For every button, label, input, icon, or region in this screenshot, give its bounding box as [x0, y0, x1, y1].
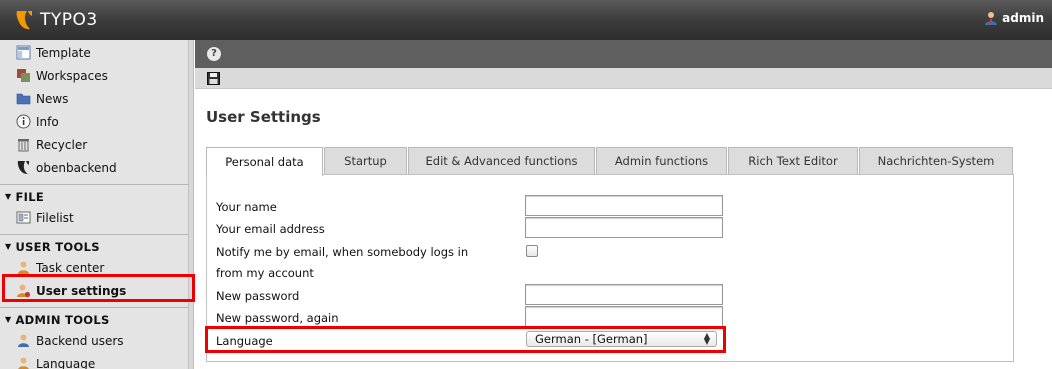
folder-icon [16, 93, 31, 105]
sidebar-item-info[interactable]: Info [0, 110, 189, 133]
tab-rich-text-editor[interactable]: Rich Text Editor [728, 147, 858, 174]
sidebar-item-obenbackend[interactable]: obenbackend [0, 156, 189, 179]
new-password-again-label: New password, again [216, 311, 339, 325]
doc-header-top [195, 40, 1052, 68]
sidebar-item-recycler[interactable]: Recycler [0, 133, 189, 156]
sidebar-item-news[interactable]: News [0, 87, 189, 110]
help-icon[interactable]: ? [207, 47, 221, 61]
language-icon [18, 357, 29, 369]
section-label: ADMIN TOOLS [15, 312, 110, 327]
tab-edit-advanced-functions[interactable]: Edit & Advanced functions [408, 147, 595, 174]
task-center-icon [18, 261, 29, 274]
collapse-triangle-icon: ▼ [5, 192, 12, 201]
sidebar-item-label: obenbackend [36, 160, 117, 175]
tab-personal-data[interactable]: Personal data [206, 147, 323, 176]
doc-header-buttons [195, 68, 1052, 89]
new-password-input[interactable] [525, 284, 723, 305]
sidebar-splitter[interactable] [189, 40, 194, 369]
section-header-admin-tools[interactable]: ▼ ADMIN TOOLS [0, 307, 189, 331]
your-name-label: Your name [216, 200, 277, 214]
username: admin [1002, 11, 1044, 25]
section-label: FILE [15, 189, 44, 204]
your-name-input[interactable] [525, 195, 723, 216]
trash-icon [18, 139, 29, 152]
typo3-logo[interactable]: TYPO3 [14, 9, 98, 31]
sidebar-item-filelist[interactable]: Filelist [0, 206, 189, 229]
collapse-triangle-icon: ▼ [5, 315, 12, 324]
sidebar-item-workspaces[interactable]: Workspaces [0, 64, 189, 87]
typo3-logo-icon [16, 11, 32, 30]
sidebar-item-label: News [36, 91, 69, 106]
user-menu[interactable]: admin [984, 11, 1044, 25]
sidebar-item-label: Info [36, 114, 59, 129]
sidebar-item-label: Template [36, 45, 91, 60]
user-icon [985, 12, 998, 25]
collapse-triangle-icon: ▼ [5, 242, 12, 251]
highlight-box-user-settings [2, 274, 195, 302]
template-icon [16, 45, 31, 60]
typo3-icon [17, 161, 29, 174]
sidebar-item-label: Backend users [36, 333, 124, 348]
notify-label: Notify me by email, when somebody logs i… [216, 245, 469, 259]
page-title: User Settings [206, 108, 321, 126]
new-password-label: New password [216, 289, 300, 303]
sidebar-item-label: Workspaces [36, 68, 108, 83]
workspaces-icon [17, 69, 30, 82]
new-password-again-input[interactable] [525, 306, 723, 327]
email-label: Your email address [216, 222, 325, 236]
tab-admin-functions[interactable]: Admin functions [596, 147, 727, 174]
sidebar-item-template[interactable]: Template [0, 41, 189, 64]
sidebar-item-label: Task center [36, 260, 105, 275]
section-label: USER TOOLS [15, 239, 100, 254]
sidebar-item-label: Language [36, 356, 96, 369]
tab-startup[interactable]: Startup [324, 147, 407, 174]
tab-nachrichten-system[interactable]: Nachrichten-System [859, 147, 1013, 174]
save-icon[interactable] [207, 72, 220, 85]
app-name: TYPO3 [40, 10, 98, 30]
highlight-box-language [205, 326, 726, 353]
backend-users-icon [18, 334, 29, 347]
top-bar: TYPO3 admin [0, 0, 1052, 40]
notify-label-continued: from my account [216, 266, 314, 280]
email-input[interactable] [525, 217, 723, 238]
sidebar-item-label: Filelist [36, 210, 74, 225]
section-header-file[interactable]: ▼ FILE [0, 184, 189, 208]
info-icon [16, 114, 31, 129]
notify-checkbox[interactable] [526, 245, 538, 257]
sidebar-item-language[interactable]: Language [0, 352, 189, 369]
filelist-icon [16, 211, 31, 224]
sidebar-item-backend-users[interactable]: Backend users [0, 329, 189, 352]
section-header-user-tools[interactable]: ▼ USER TOOLS [0, 234, 189, 258]
sidebar-item-label: Recycler [36, 137, 88, 152]
